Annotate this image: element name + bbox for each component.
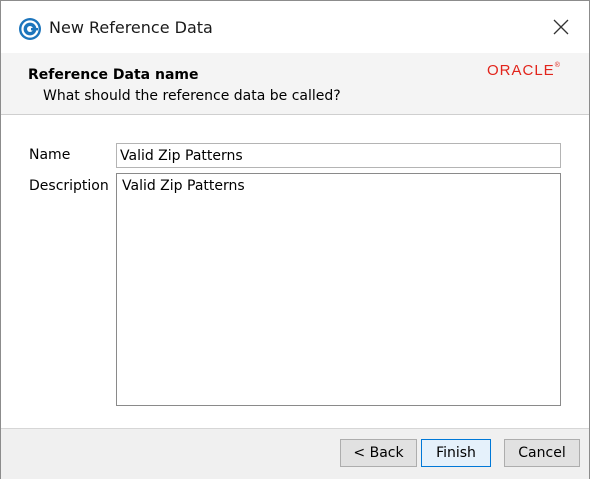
app-icon <box>18 17 42 41</box>
finish-button[interactable]: Finish <box>421 439 491 467</box>
oracle-logo: ORACLE® <box>487 62 560 79</box>
description-textarea[interactable]: Valid Zip Patterns <box>116 173 561 406</box>
window-title: New Reference Data <box>49 18 213 37</box>
back-button[interactable]: < Back <box>340 439 417 467</box>
close-button[interactable] <box>539 13 583 45</box>
form-body: Name Description Valid Zip Patterns <box>1 115 589 427</box>
wizard-header: Reference Data name What should the refe… <box>1 53 589 115</box>
cancel-button[interactable]: Cancel <box>504 439 580 467</box>
header-title: Reference Data name <box>28 67 199 83</box>
description-label: Description <box>29 178 109 194</box>
header-subtitle: What should the reference data be called… <box>43 88 341 104</box>
name-label: Name <box>29 147 71 163</box>
close-icon <box>553 19 569 39</box>
oracle-logo-text: ORACLE <box>487 62 555 79</box>
dialog-window: New Reference Data Reference Data name W… <box>0 0 590 479</box>
title-bar[interactable]: New Reference Data <box>1 1 589 53</box>
button-bar: < Back Finish Cancel <box>1 428 589 479</box>
name-input[interactable] <box>116 143 561 168</box>
